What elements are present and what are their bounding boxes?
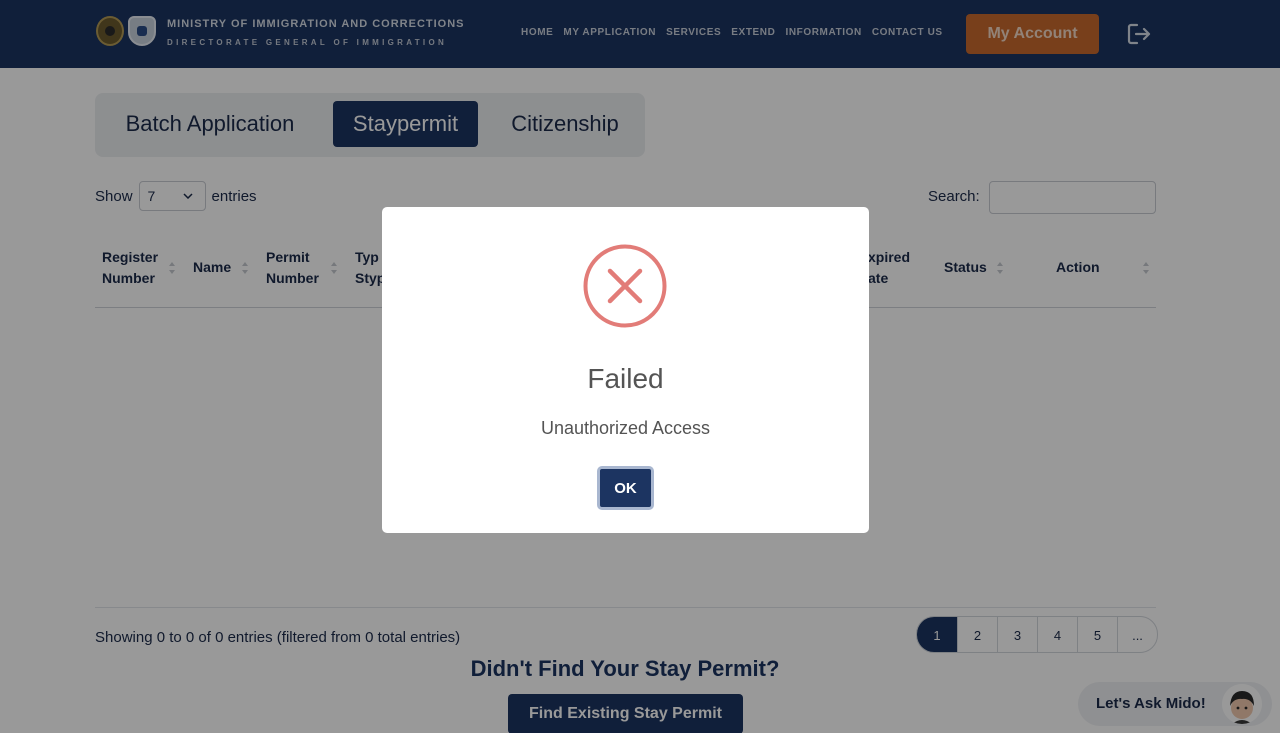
error-x-icon — [583, 244, 667, 328]
ok-button[interactable]: OK — [597, 466, 654, 510]
dialog-message: Unauthorized Access — [540, 418, 711, 438]
error-dialog: Failed Unauthorized Access OK — [382, 207, 869, 533]
dialog-title: Failed — [587, 363, 664, 394]
